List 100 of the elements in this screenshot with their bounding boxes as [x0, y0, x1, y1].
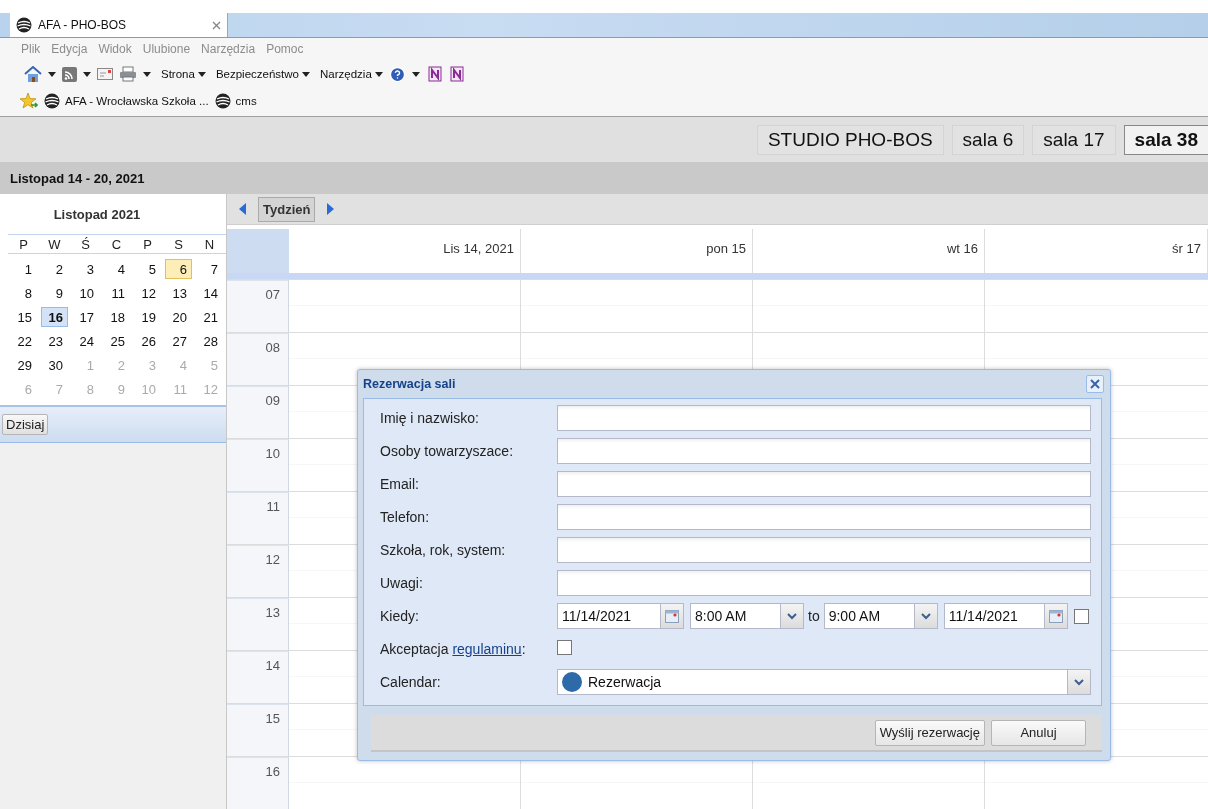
day-cell[interactable]: 23 [41, 331, 68, 351]
day-cell[interactable]: 22 [10, 331, 37, 351]
day-cell[interactable]: 11 [103, 283, 130, 303]
range-separator: to [808, 608, 820, 624]
terms-link[interactable]: regulaminu [452, 641, 522, 657]
weekday-label: Ś [80, 236, 91, 252]
hour-label: 10 [227, 439, 289, 491]
room-tab[interactable]: sala 38 [1123, 124, 1208, 155]
toolbar-menu[interactable]: Strona [161, 68, 206, 80]
close-icon[interactable] [212, 20, 221, 30]
week-range-title: Listopad 14 - 20, 2021 [0, 162, 1208, 194]
day-cell[interactable]: 24 [72, 331, 99, 351]
day-cell[interactable]: 1 [10, 259, 37, 279]
date-field[interactable]: 11/14/2021 [557, 603, 684, 629]
week-view-button[interactable]: Tydzień [258, 196, 316, 222]
previous-arrow-icon[interactable] [239, 203, 246, 216]
chevron-down-icon [920, 612, 931, 620]
room-tab[interactable]: sala 17 [1032, 124, 1116, 155]
day-cell[interactable]: 6 [165, 259, 192, 279]
weekday-label: P [18, 236, 29, 252]
feed-icon[interactable] [62, 66, 77, 82]
field-label: Osoby towarzyszace: [380, 443, 515, 459]
day-cell[interactable]: 21 [196, 307, 223, 327]
chevron-down-icon [1074, 678, 1084, 686]
day-cell[interactable]: 16 [41, 307, 68, 327]
caret-icon [197, 71, 206, 77]
time-select[interactable]: 9:00 AM [823, 603, 938, 629]
text-field[interactable] [557, 537, 1091, 563]
day-cell[interactable]: 26 [134, 331, 161, 351]
text-field[interactable] [557, 504, 1091, 530]
text-field[interactable] [557, 570, 1091, 596]
hour-row[interactable]: 07 [227, 279, 1208, 332]
time-select[interactable]: 8:00 AM [690, 603, 804, 629]
day-cell[interactable]: 7 [196, 259, 223, 279]
next-arrow-icon[interactable] [327, 203, 335, 216]
day-cell[interactable]: 4 [103, 259, 130, 279]
terms-checkbox[interactable] [557, 639, 572, 655]
calendar-icon [1048, 609, 1063, 623]
site-logo-icon [16, 17, 32, 33]
field-label: Telefon: [380, 509, 431, 525]
day-cell[interactable]: 18 [103, 307, 130, 327]
day-cell[interactable]: 27 [165, 331, 192, 351]
dialog-button[interactable]: Anuluj [991, 719, 1086, 746]
day-cell[interactable]: 20 [165, 307, 192, 327]
day-cell[interactable]: 15 [10, 307, 37, 327]
caret-icon [374, 71, 383, 77]
weekday-label: N [203, 236, 216, 252]
day-cell[interactable]: 8 [10, 283, 37, 303]
text-field[interactable] [557, 405, 1091, 431]
day-cell[interactable]: 19 [134, 307, 161, 327]
field-label: Imię i nazwisko: [380, 410, 480, 426]
day-cell[interactable]: 12 [134, 283, 161, 303]
day-cell[interactable]: 13 [165, 283, 192, 303]
favorite-link[interactable]: AFA - Wrocławska Szkoła ... [44, 93, 209, 109]
day-cell[interactable]: 10 [72, 283, 99, 303]
star-icon[interactable] [20, 93, 38, 109]
day-cell[interactable]: 2 [41, 259, 68, 279]
notebook-icon[interactable] [447, 66, 464, 82]
day-cell[interactable]: 28 [196, 331, 223, 351]
day-cell[interactable]: 17 [72, 307, 99, 327]
home-icon[interactable] [24, 65, 42, 83]
hour-label: 13 [227, 598, 289, 650]
day-cell[interactable]: 9 [41, 283, 68, 303]
weekday-label: S [173, 236, 184, 252]
day-cell[interactable]: 5 [134, 259, 161, 279]
globe-logo-icon [44, 93, 60, 109]
day-cell[interactable]: 3 [72, 259, 99, 279]
weekday-label: C [110, 236, 123, 252]
caret-icon [411, 71, 420, 77]
help-icon[interactable] [388, 65, 406, 83]
hour-label: 11 [227, 492, 289, 544]
text-field[interactable] [557, 438, 1091, 464]
mail-icon[interactable] [97, 68, 113, 80]
calendar-icon [665, 609, 679, 623]
room-tab[interactable]: STUDIO PHO-BOS [756, 124, 944, 155]
day-cell[interactable]: 30 [41, 355, 68, 375]
day-cell[interactable]: 25 [103, 331, 130, 351]
toolbar-menu[interactable]: Bezpieczeństwo [215, 68, 310, 80]
today-button[interactable]: Dzisiaj [2, 414, 49, 435]
terms-label: Akceptacja regulaminu: [380, 641, 527, 657]
all-day-checkbox[interactable] [1073, 608, 1089, 624]
printer-icon[interactable] [119, 66, 137, 82]
dialog-button[interactable]: Wyślij rezerwację [874, 719, 985, 746]
weekday-label: P [142, 236, 153, 252]
day-cell[interactable]: 29 [10, 355, 37, 375]
calendar-select[interactable]: Rezerwacja [557, 669, 1091, 695]
date-field[interactable]: 11/14/2021 [943, 603, 1068, 629]
browser-tab[interactable]: AFA - PHO-BOS [10, 13, 228, 37]
toolbar-menu[interactable]: Narzędzia [320, 68, 383, 80]
close-button[interactable] [1086, 375, 1104, 393]
hour-label: 08 [227, 333, 289, 385]
notebook-icon[interactable] [425, 66, 442, 82]
hour-label: 16 [227, 757, 289, 809]
field-label: Email: [380, 476, 420, 492]
room-tab[interactable]: sala 6 [951, 124, 1025, 155]
text-field[interactable] [557, 471, 1091, 497]
caret-icon [48, 71, 56, 77]
favorite-link[interactable]: cms [214, 93, 257, 109]
day-cell[interactable]: 14 [196, 283, 223, 303]
hour-row[interactable]: 16 [227, 756, 1208, 809]
